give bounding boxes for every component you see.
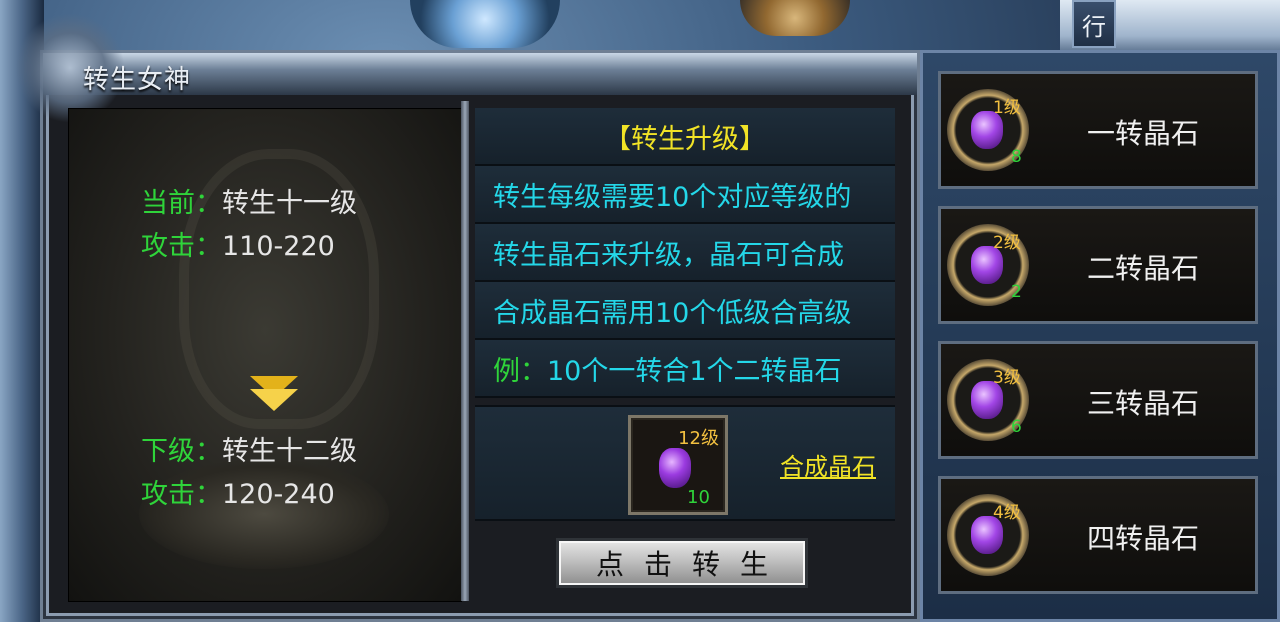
gem-row[interactable]: 4级 四转晶石 (938, 476, 1258, 594)
gem-row[interactable]: 2级 2 二转晶石 (938, 206, 1258, 324)
gem-item-slot[interactable]: 12级 10 (628, 415, 728, 515)
gem-level: 1级 (993, 98, 1021, 118)
panel-divider (461, 101, 469, 601)
gem-count: 8 (1011, 147, 1022, 167)
gem-name: 二转晶石 (1087, 252, 1200, 285)
combine-area: 12级 10 合成晶石 (475, 405, 895, 521)
arrow-down-icon-inner (250, 389, 298, 411)
gem-name: 三转晶石 (1087, 387, 1200, 420)
gem-level: 4级 (993, 503, 1021, 523)
info-line: 转生每级需要10个对应等级的 (475, 166, 895, 224)
gem-slot: 2级 2 (947, 224, 1029, 306)
background-ornament (410, 0, 560, 48)
info-title: 【转生升级】 (475, 108, 895, 166)
gem-list-panel: 1级 8 一转晶石 2级 2 二转晶石 3级 6 三转晶石 4级 四转晶石 (920, 50, 1280, 622)
gem-row[interactable]: 1级 8 一转晶石 (938, 71, 1258, 189)
gem-name: 一转晶石 (1087, 117, 1200, 150)
gem-level: 3级 (993, 368, 1021, 388)
combine-gem-link[interactable]: 合成晶石 (780, 447, 876, 482)
background-ornament-gold (740, 0, 850, 36)
info-line: 转生晶石来升级，晶石可合成 (475, 224, 895, 282)
next-level: 下级：转生十二级 (141, 436, 357, 467)
rebirth-panel: 转生女神 当前：转生十一级 攻击：110-220 下级：转生十二级 攻击：120… (15, 13, 920, 622)
current-level: 当前：转生十一级 (141, 188, 357, 219)
gem-count: 2 (1011, 282, 1022, 302)
current-attack: 攻击：110-220 (141, 231, 335, 262)
rebirth-button[interactable]: 点击转生 (556, 538, 808, 588)
gem-slot: 4级 (947, 494, 1029, 576)
gem-level: 2级 (993, 233, 1021, 253)
side-tab-button[interactable]: 行 (1072, 0, 1116, 48)
panel-title: 转生女神 (83, 65, 192, 95)
slot-level: 12级 (678, 428, 719, 449)
gem-icon (659, 448, 691, 488)
character-preview: 当前：转生十一级 攻击：110-220 下级：转生十二级 攻击：120-240 (68, 108, 462, 602)
slot-count: 10 (687, 487, 710, 508)
info-line: 合成晶石需用10个低级合高级 (475, 282, 895, 340)
rebirth-info: 【转生升级】 转生每级需要10个对应等级的 转生晶石来升级，晶石可合成 合成晶石… (475, 108, 895, 398)
gem-slot: 1级 8 (947, 89, 1029, 171)
gem-slot: 3级 6 (947, 359, 1029, 441)
gem-name: 四转晶石 (1087, 522, 1200, 555)
next-attack: 攻击：120-240 (141, 479, 335, 510)
gem-count: 6 (1011, 417, 1022, 437)
info-line: 例： 10个一转合1个二转晶石 (475, 340, 895, 398)
gem-row[interactable]: 3级 6 三转晶石 (938, 341, 1258, 459)
